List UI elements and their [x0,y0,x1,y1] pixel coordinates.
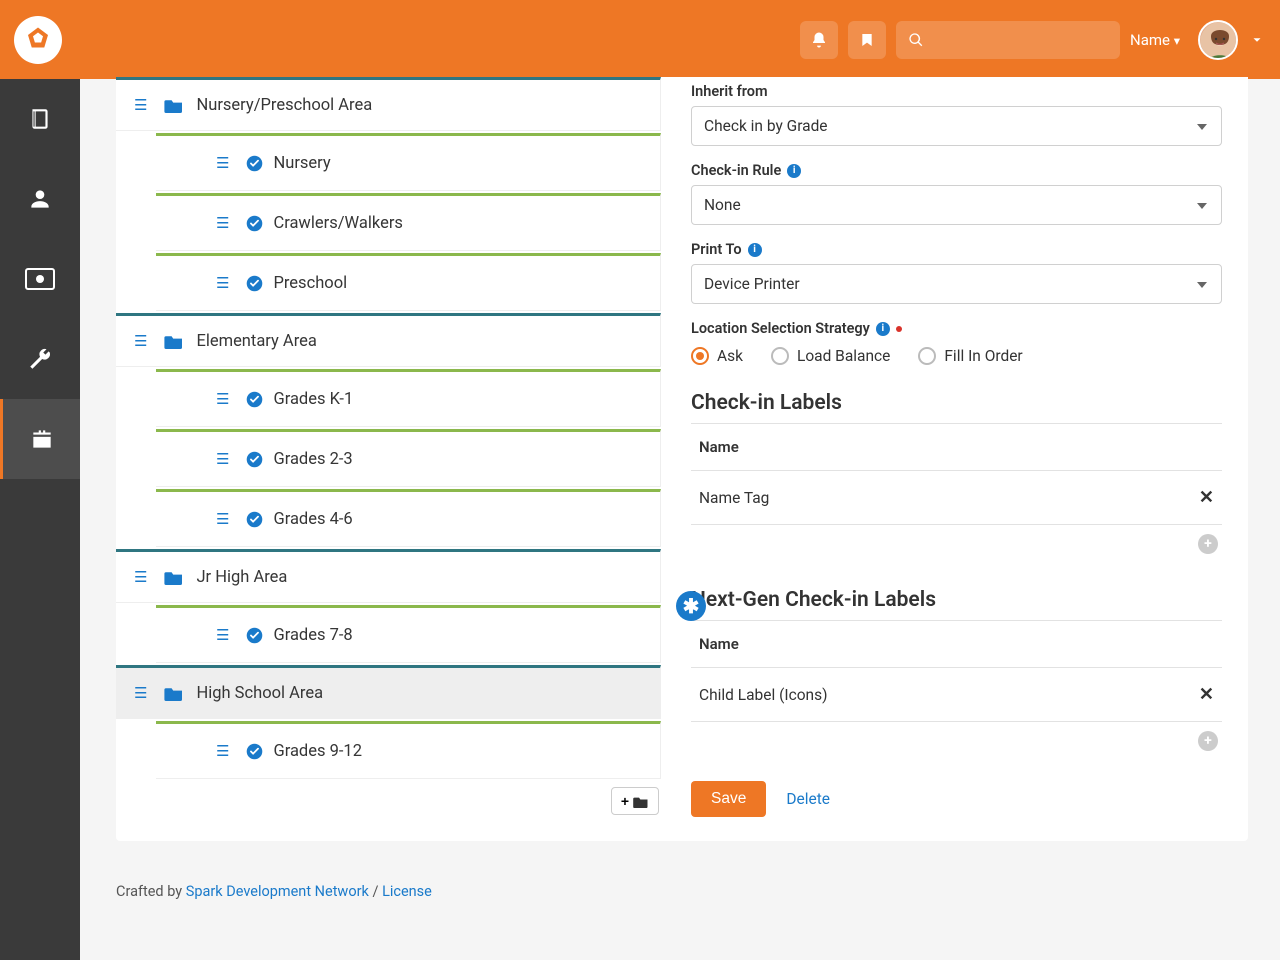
loc-radio-group: Ask Load Balance Fill In Order [691,347,1222,365]
area-label: Elementary Area [196,332,316,351]
add-area-button[interactable]: + [611,787,659,815]
inherit-label: Inherit from [691,83,1222,100]
check-icon [246,743,263,760]
group-label: Preschool [273,274,347,293]
loc-label: Location Selection Strategyi [691,320,1222,337]
areas-tree: ☰ Nursery/Preschool Area ☰ Nursery ☰ Crawlers… [116,77,661,841]
nav-briefcase[interactable] [0,399,80,479]
info-icon[interactable]: i [787,164,801,178]
check-icon [246,511,263,528]
license-link[interactable]: License [382,883,432,900]
info-icon[interactable]: i [748,243,762,257]
area-row[interactable]: ☰ Nursery/Preschool Area [116,77,661,131]
form-panel: Inherit from Check in by Grade Check-in … [661,77,1248,841]
search-input[interactable] [896,21,1120,59]
footer: Crafted by Spark Development Network / L… [116,883,1280,900]
search-icon [908,32,924,48]
required-indicator [896,326,902,332]
folder-icon [164,685,184,701]
drag-handle[interactable]: ☰ [216,450,230,468]
check-icon [246,391,263,408]
folder-icon [164,569,184,585]
save-button[interactable]: Save [691,781,766,817]
left-nav [0,79,80,960]
print-select[interactable]: Device Printer [691,264,1222,304]
top-header: Name ▾ [0,0,1280,79]
nav-book[interactable] [0,79,80,159]
group-label: Nursery [273,154,330,173]
check-icon [246,451,263,468]
group-label: Grades 4-6 [273,510,352,529]
check-icon [246,215,263,232]
group-row[interactable]: ☰ Grades K-1 [156,369,661,427]
folder-icon [164,97,184,113]
drag-handle[interactable]: ☰ [216,274,230,292]
area-row[interactable]: ☰ Elementary Area [116,313,661,367]
table-row: Name Tag✕ [691,471,1222,525]
remove-ng-label[interactable]: ✕ [1199,684,1214,705]
app-logo[interactable] [14,16,62,64]
drag-handle[interactable]: ☰ [134,96,148,114]
user-avatar[interactable] [1198,20,1238,60]
name-dropdown[interactable]: Name ▾ [1130,31,1180,49]
rule-select[interactable]: None [691,185,1222,225]
drag-handle[interactable]: ☰ [134,332,148,350]
group-label: Grades 9-12 [273,742,362,761]
delete-link[interactable]: Delete [786,790,830,808]
highlight-badge: ✱ [676,591,706,621]
area-row[interactable]: ☰ High School Area [116,665,661,719]
bookmark-button[interactable] [848,21,886,59]
drag-handle[interactable]: ☰ [216,214,230,232]
inherit-select[interactable]: Check in by Grade [691,106,1222,146]
group-row[interactable]: ☰ Grades 2-3 [156,429,661,487]
drag-handle[interactable]: ☰ [216,510,230,528]
loc-radio[interactable]: Ask [691,347,743,365]
ng-labels-heading: Next-Gen Check-in Labels [691,588,1222,612]
labels-heading: Check-in Labels [691,391,1222,415]
drag-handle[interactable]: ☰ [216,154,230,172]
ng-labels-col: Name [691,621,1222,668]
group-label: Grades K-1 [273,390,353,409]
add-ng-label-button[interactable]: + [1198,731,1218,751]
drag-handle[interactable]: ☰ [216,626,230,644]
loc-radio[interactable]: Load Balance [771,347,890,365]
add-label-button[interactable]: + [1198,534,1218,554]
group-label: Grades 7-8 [273,626,352,645]
table-row: Child Label (Icons)✕ [691,668,1222,722]
group-row[interactable]: ☰ Nursery [156,133,661,191]
drag-handle[interactable]: ☰ [216,742,230,760]
sdn-link[interactable]: Spark Development Network [186,883,369,900]
nav-person[interactable] [0,159,80,239]
area-label: High School Area [196,684,323,703]
drag-handle[interactable]: ☰ [134,684,148,702]
folder-icon [164,333,184,349]
profile-chevron[interactable] [1250,33,1264,47]
loc-radio[interactable]: Fill In Order [918,347,1022,365]
group-row[interactable]: ☰ Grades 4-6 [156,489,661,547]
remove-label[interactable]: ✕ [1199,487,1214,508]
group-row[interactable]: ☰ Preschool [156,253,661,311]
labels-col: Name [691,424,1222,471]
group-row[interactable]: ☰ Crawlers/Walkers [156,193,661,251]
info-icon[interactable]: i [876,322,890,336]
group-row[interactable]: ☰ Grades 9-12 [156,721,661,779]
nav-money[interactable] [0,239,80,319]
check-icon [246,275,263,292]
area-label: Nursery/Preschool Area [196,96,372,115]
notifications-button[interactable] [800,21,838,59]
area-row[interactable]: ☰ Jr High Area [116,549,661,603]
check-icon [246,627,263,644]
group-row[interactable]: ☰ Grades 7-8 [156,605,661,663]
drag-handle[interactable]: ☰ [134,568,148,586]
check-icon [246,155,263,172]
area-label: Jr High Area [196,568,287,587]
group-label: Grades 2-3 [273,450,352,469]
group-label: Crawlers/Walkers [273,214,402,233]
drag-handle[interactable]: ☰ [216,390,230,408]
print-label: Print Toi [691,241,1222,258]
rule-label: Check-in Rulei [691,162,1222,179]
nav-wrench[interactable] [0,319,80,399]
